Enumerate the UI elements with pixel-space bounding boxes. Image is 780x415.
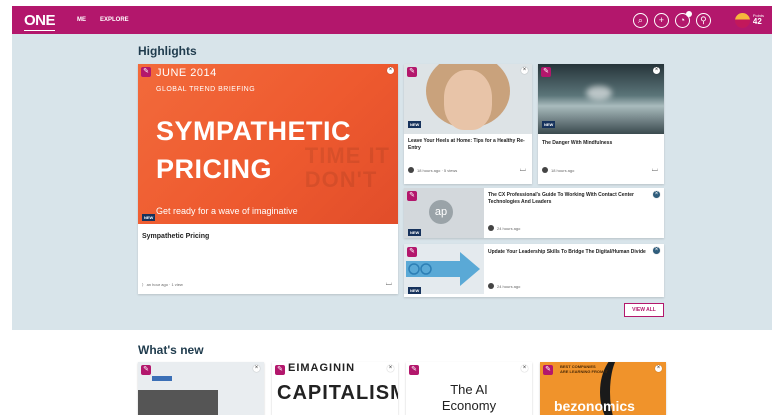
close-icon[interactable]: × (253, 365, 260, 372)
pin-icon[interactable]: ✎ (407, 67, 417, 77)
highlight-card-leadership[interactable]: ✎ × NEW Update Your Leadership Skills To… (404, 244, 664, 297)
bookmark-icon[interactable]: ⌴ (386, 278, 392, 288)
highlight-card-cx[interactable]: ap ✎ × NEW The CX Professional's Guide T… (404, 188, 664, 238)
hero-image-title-line2: PRICING (156, 154, 273, 184)
whats-new-card-4-small-line2: ARE LEARNING FROM IT (560, 369, 608, 375)
top-actions: ⌕ + ◔ ⚲ Points 42 (632, 10, 764, 28)
notification-dot (685, 10, 692, 17)
hero-image-tagline: Get ready for a wave of imaginative (156, 206, 298, 216)
heels-card-meta: 18 hours ago · 5 views (408, 167, 457, 173)
heels-card-title[interactable]: Leave Your Heels at Home: Tips for a Hea… (408, 138, 526, 152)
mindfulness-card-meta-text: 18 hours ago (551, 167, 575, 173)
add-icon[interactable]: + (653, 12, 669, 28)
cx-card-meta: 24 hours ago (488, 225, 520, 231)
whats-new-card-4-title: bezonomics (554, 398, 635, 414)
highlight-card-hero[interactable]: TIME IT DON'T JUNE 2014 GLOBAL TREND BRIE… (138, 64, 398, 294)
whats-new-card-4-image: BEST COMPANIES ARE LEARNING FROM IT bezo… (540, 362, 666, 415)
hero-image-subtitle: GLOBAL TREND BRIEFING (156, 86, 256, 93)
whats-new-title: What's new (138, 343, 204, 357)
nav-me[interactable]: ME (77, 17, 86, 23)
view-all-button[interactable]: VIEW ALL (624, 303, 664, 317)
author-avatar-icon[interactable] (542, 167, 548, 173)
whats-new-card-1-photo (138, 390, 218, 415)
top-navigation-bar: ONE ME EXPLORE ⌕ + ◔ ⚲ Points 42 (12, 6, 772, 34)
close-icon[interactable]: × (653, 67, 660, 74)
new-badge: NEW (142, 214, 156, 221)
hero-image-title-line1: SYMPATHETIC (156, 116, 352, 146)
new-badge: NEW (408, 287, 422, 294)
heels-card-image[interactable] (404, 64, 532, 134)
heels-card-meta-text: 18 hours ago · 5 views (417, 167, 458, 173)
author-avatar-icon[interactable] (488, 283, 494, 289)
hero-card-share-icon[interactable]: ⟩ (142, 282, 144, 287)
mindfulness-image-light (586, 86, 612, 100)
cx-card-meta-text: 24 hours ago (497, 225, 521, 231)
whats-new-card-4[interactable]: BEST COMPANIES ARE LEARNING FROM IT bezo… (540, 362, 666, 415)
bookmark-icon[interactable]: ⌴ (520, 164, 526, 174)
heels-image-face (444, 70, 492, 130)
pin-icon[interactable]: ✎ (407, 191, 417, 201)
hero-image-background-text: TIME IT DON'T (304, 143, 390, 193)
pin-icon[interactable]: ✎ (275, 365, 285, 375)
notifications-icon[interactable]: ◔ (674, 10, 692, 28)
hero-image[interactable]: TIME IT DON'T JUNE 2014 GLOBAL TREND BRIE… (138, 64, 398, 224)
bookmark-icon[interactable]: ⌴ (652, 164, 658, 174)
highlight-card-heels[interactable]: ✎ × NEW Leave Your Heels at Home: Tips f… (404, 64, 532, 184)
mindfulness-card-image[interactable] (538, 64, 664, 134)
leadership-card-meta-text: 24 hours ago (497, 283, 521, 289)
profile-menu[interactable]: Points 42 (734, 12, 764, 28)
highlights-section: Highlights TIME IT DON'T JUNE 2014 GLOBAL… (12, 34, 772, 330)
whats-new-card-3[interactable]: The AI Economy ✎ × (406, 362, 532, 415)
points-value: 42 (752, 17, 762, 26)
new-badge: NEW (408, 229, 422, 236)
hero-card-title[interactable]: Sympathetic Pricing (142, 232, 209, 241)
pin-icon[interactable]: ✎ (141, 67, 151, 77)
pin-icon[interactable]: ✎ (541, 67, 551, 77)
highlight-card-mindfulness[interactable]: ✎ × NEW The Danger With Mindfulness 18 h… (538, 64, 664, 184)
avatar[interactable] (734, 12, 750, 28)
whats-new-card-2[interactable]: EIMAGININ CAPITALISM ✎ × (272, 362, 398, 415)
hero-image-date: JUNE 2014 (156, 67, 217, 79)
mindfulness-card-title[interactable]: The Danger With Mindfulness (542, 140, 660, 147)
whats-new-card-4-small-text: BEST COMPANIES ARE LEARNING FROM IT (560, 364, 608, 374)
pin-icon[interactable]: ✎ (543, 365, 553, 375)
close-icon[interactable]: × (655, 365, 662, 372)
mindfulness-card-meta: 18 hours ago (542, 167, 574, 173)
whats-new-card-1[interactable]: ✎ × (138, 362, 264, 415)
nav-explore[interactable]: EXPLORE (100, 17, 129, 23)
whats-new-card-1-tag (152, 376, 172, 381)
leadership-card-meta: 24 hours ago (488, 283, 520, 289)
cx-card-title[interactable]: The CX Professional's Guide To Working W… (488, 192, 648, 206)
points-display: Points 42 (753, 14, 764, 26)
close-icon[interactable]: × (387, 365, 394, 372)
app-logo[interactable]: ONE (24, 13, 56, 31)
new-badge: NEW (542, 121, 556, 128)
location-icon[interactable]: ⚲ (695, 12, 711, 28)
close-icon[interactable]: × (653, 191, 660, 198)
search-icon[interactable]: ⌕ (632, 12, 648, 28)
author-avatar-icon[interactable] (488, 225, 494, 231)
pin-icon[interactable]: ✎ (141, 365, 151, 375)
close-icon[interactable]: × (653, 247, 660, 254)
pin-icon[interactable]: ✎ (407, 247, 417, 257)
cx-image-logo: ap (429, 200, 453, 224)
leadership-card-title[interactable]: Update Your Leadership Skills To Bridge … (488, 249, 648, 256)
author-avatar-icon[interactable] (408, 167, 414, 173)
whats-new-card-2-text: CAPITALISM (277, 382, 398, 404)
hero-card-meta-text: an hour ago · 1 view (146, 282, 183, 287)
whats-new-card-3-text: The AI Economy (406, 382, 532, 413)
whats-new-card-3-line2: Economy (441, 397, 497, 413)
whats-new-card-3-line1: The AI (450, 382, 488, 397)
pin-icon[interactable]: ✎ (409, 365, 419, 375)
close-icon[interactable]: × (387, 67, 394, 74)
highlights-title: Highlights (138, 44, 197, 58)
close-icon[interactable]: × (521, 67, 528, 74)
whats-new-card-2-top-text: EIMAGININ (288, 362, 356, 374)
new-badge: NEW (408, 121, 422, 128)
close-icon[interactable]: × (521, 365, 528, 372)
hero-card-meta: ⟩ an hour ago · 1 view (142, 282, 183, 287)
